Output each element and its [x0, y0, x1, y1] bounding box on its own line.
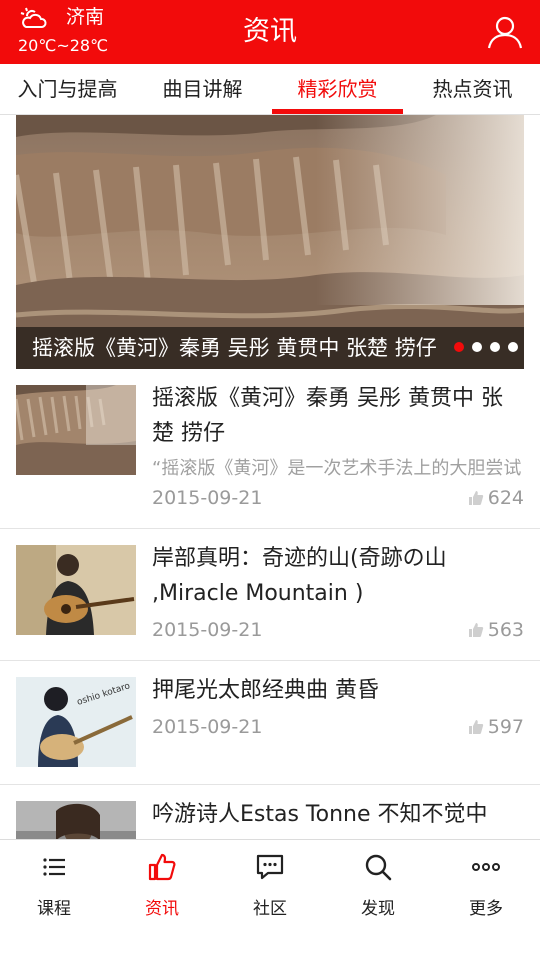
list-item[interactable]: 摇滚版《黄河》秦勇 吴彤 黄贯中 张楚 捞仔 “摇滚版《黄河》是一次艺术手法上的…: [0, 369, 540, 529]
like-count-value: 563: [487, 619, 524, 641]
waterfall-thumbnail: [16, 385, 136, 475]
thumbs-up-icon: [468, 491, 483, 505]
nav-item-courses[interactable]: 课程: [0, 840, 108, 960]
category-tabs: 入门与提高 曲目讲解 精彩欣赏 热点资讯: [0, 64, 540, 115]
search-icon: [365, 854, 392, 881]
chat-icon: [256, 854, 284, 880]
nav-label: 发现: [361, 899, 395, 919]
carousel-indicator: [454, 342, 518, 352]
like-count[interactable]: 597: [468, 715, 524, 739]
like-count[interactable]: 624: [468, 486, 524, 510]
bottom-nav: 课程 资讯 社区 发现 更多: [0, 839, 540, 960]
news-title: 岸部真明：奇迹的山(奇跡の山 ,Miracle Mountain ): [152, 546, 447, 606]
nav-label: 更多: [469, 899, 503, 919]
more-icon: [472, 863, 500, 871]
news-summary: “摇滚版《黄河》是一次艺术手法上的大胆尝试: [152, 458, 522, 479]
like-count-value: 624: [487, 487, 524, 509]
guitarist-thumbnail: [16, 545, 136, 635]
carousel-dot[interactable]: [472, 342, 482, 352]
carousel-dot[interactable]: [454, 342, 464, 352]
list-icon: [43, 858, 65, 876]
nav-label: 资讯: [145, 899, 179, 919]
news-list: 摇滚版《黄河》秦勇 吴彤 黄贯中 张楚 捞仔 “摇滚版《黄河》是一次艺术手法上的…: [0, 369, 540, 839]
tab-getting-started[interactable]: 入门与提高: [0, 64, 135, 114]
nav-label: 课程: [37, 899, 71, 919]
news-title: 押尾光太郎经典曲 黄昏: [152, 678, 379, 703]
thumbs-up-icon: [148, 853, 176, 881]
banner-caption-bar: 摇滚版《黄河》秦勇 吴彤 黄贯中 张楚 捞仔: [16, 327, 524, 369]
thumbs-up-icon: [468, 720, 483, 734]
list-item[interactable]: oshio kotaro 押尾光太郎经典曲 黄昏 2015-09-21 597: [0, 661, 540, 785]
banner-caption: 摇滚版《黄河》秦勇 吴彤 黄贯中 张楚 捞仔: [32, 336, 437, 360]
top-bar: 济南 20℃~28℃ 资讯: [0, 0, 540, 64]
user-icon[interactable]: [486, 13, 524, 51]
nav-label: 社区: [253, 899, 287, 919]
like-count-value: 597: [487, 716, 524, 738]
tab-featured[interactable]: 精彩欣赏: [270, 64, 405, 114]
carousel-dot[interactable]: [508, 342, 518, 352]
news-date: 2015-09-21: [152, 487, 263, 509]
nav-item-discover[interactable]: 发现: [324, 840, 432, 960]
thumbs-up-icon: [468, 623, 483, 637]
news-title: 吟游诗人Estas Tonne 不知不觉中: [152, 802, 488, 827]
news-date: 2015-09-21: [152, 619, 263, 641]
carousel-dot[interactable]: [490, 342, 500, 352]
featured-banner[interactable]: 摇滚版《黄河》秦勇 吴彤 黄贯中 张楚 捞仔: [16, 115, 524, 369]
list-item[interactable]: 岸部真明：奇迹的山(奇跡の山 ,Miracle Mountain ) 2015-…: [0, 529, 540, 661]
musician-thumbnail: [16, 801, 136, 839]
news-title: 摇滚版《黄河》秦勇 吴彤 黄贯中 张楚 捞仔: [152, 386, 503, 446]
page-title: 资讯: [243, 16, 297, 47]
album-cover-thumbnail: oshio kotaro: [16, 677, 136, 767]
tab-song-lessons[interactable]: 曲目讲解: [135, 64, 270, 114]
list-item[interactable]: 吟游诗人Estas Tonne 不知不觉中: [0, 785, 540, 839]
nav-item-news[interactable]: 资讯: [108, 840, 216, 960]
tab-hot-news[interactable]: 热点资讯: [405, 64, 540, 114]
news-date: 2015-09-21: [152, 716, 263, 738]
nav-item-more[interactable]: 更多: [432, 840, 540, 960]
nav-item-community[interactable]: 社区: [216, 840, 324, 960]
like-count[interactable]: 563: [468, 618, 524, 642]
